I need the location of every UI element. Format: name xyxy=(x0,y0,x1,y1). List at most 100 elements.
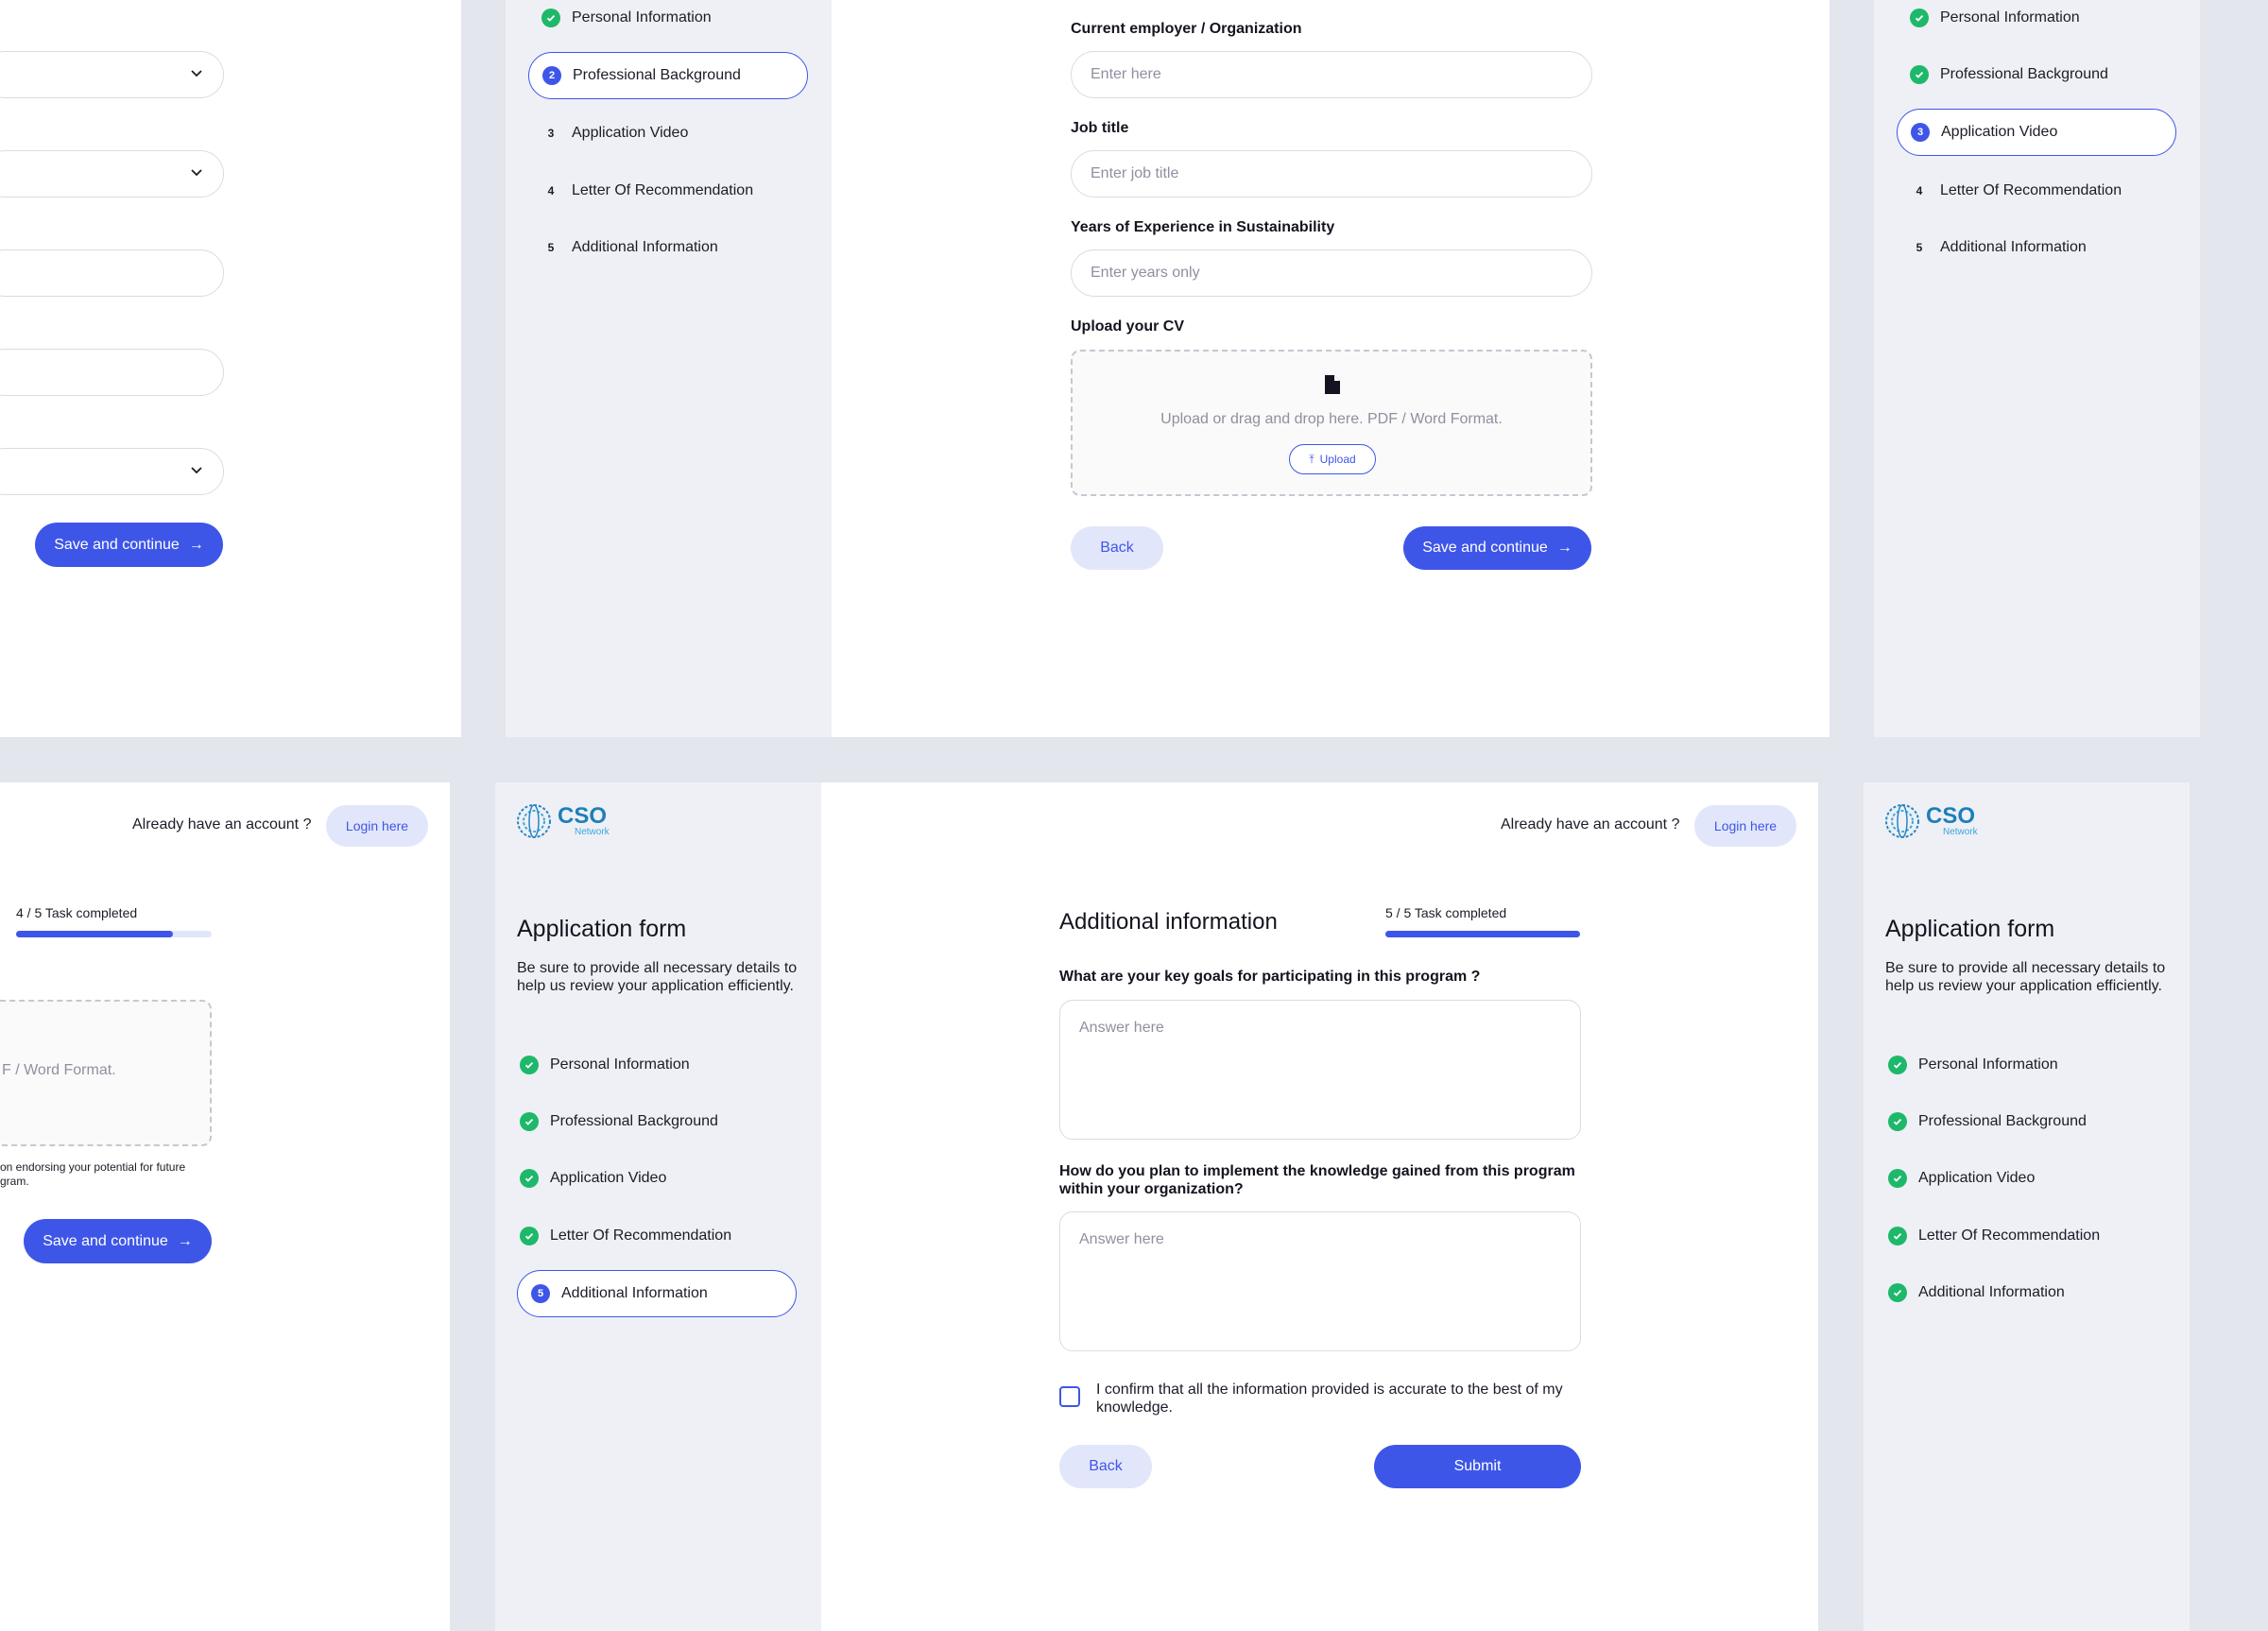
step-label: Professional Background xyxy=(1940,66,2108,82)
progress-text: 4 / 5 Task completed xyxy=(16,905,138,920)
job-title-label: Job title xyxy=(1071,120,1129,136)
check-icon xyxy=(1888,1169,1907,1188)
login-button[interactable]: Login here xyxy=(326,805,428,847)
step-additional-information[interactable]: 5 Additional Information xyxy=(517,1270,797,1317)
text-field-1[interactable] xyxy=(0,249,224,297)
employer-label: Current employer / Organization xyxy=(1071,21,1302,37)
step-application-video[interactable]: Application Video xyxy=(1875,1162,2035,1194)
step-number: 4 xyxy=(1916,184,1923,197)
upload-button[interactable]: ⤒ Upload xyxy=(1289,444,1376,474)
back-label: Back xyxy=(1089,1458,1123,1474)
check-icon xyxy=(520,1112,539,1131)
step-personal-information[interactable]: Personal Information xyxy=(528,2,712,34)
check-icon xyxy=(520,1056,539,1074)
step-label: Additional Information xyxy=(572,239,718,255)
chevron-down-icon xyxy=(191,70,202,77)
step-number: 4 xyxy=(547,184,555,197)
save-continue-button[interactable]: Save and continue → xyxy=(24,1219,212,1263)
step-additional-information[interactable]: Additional Information xyxy=(1875,1277,2065,1309)
letter-upload-zone[interactable]: F / Word Format. xyxy=(0,1000,212,1146)
cso-logo: CSO Network xyxy=(1884,803,1978,839)
chevron-down-icon xyxy=(191,169,202,177)
step-label: Personal Information xyxy=(1918,1056,2058,1073)
step-label: Professional Background xyxy=(1918,1113,2087,1129)
arrow-right-icon: → xyxy=(177,1232,193,1249)
step-label: Professional Background xyxy=(550,1113,718,1129)
step-label: Additional Information xyxy=(561,1285,708,1301)
select-field-3[interactable] xyxy=(0,448,224,495)
years-input[interactable]: Enter years only xyxy=(1071,249,1592,297)
upload-hint-partial: F / Word Format. xyxy=(2,1062,116,1078)
step-label: Letter Of Recommendation xyxy=(1918,1228,2101,1244)
letter-note-line1: on endorsing your potential for future xyxy=(0,1160,186,1174)
step-letter-of-recommendation[interactable]: 4 Letter Of Recommendation xyxy=(528,175,753,207)
already-account-text: Already have an account ? xyxy=(1501,816,1680,833)
application-form-description: Be sure to provide all necessary details… xyxy=(517,960,798,994)
arrow-right-icon: → xyxy=(188,536,204,553)
question-implement: How do you plan to implement the knowled… xyxy=(1059,1163,1575,1197)
text-field-2[interactable] xyxy=(0,349,224,396)
years-label: Years of Experience in Sustainability xyxy=(1071,219,1335,235)
upload-label: Upload xyxy=(1319,453,1356,466)
back-button[interactable]: Back xyxy=(1059,1445,1152,1488)
progress-bar xyxy=(16,931,212,937)
progress-fill xyxy=(1385,931,1580,937)
sidebar-video: Personal Information Professional Backgr… xyxy=(1874,0,2200,737)
goals-textarea[interactable]: Answer here xyxy=(1059,1000,1581,1140)
sidebar-professional: Personal Information 2 Professional Back… xyxy=(506,0,832,737)
job-title-input[interactable]: Enter job title xyxy=(1071,150,1592,197)
step-label: Personal Information xyxy=(1940,9,2080,26)
cv-label: Upload your CV xyxy=(1071,318,1185,335)
back-button[interactable]: Back xyxy=(1071,526,1163,570)
submit-label: Submit xyxy=(1453,1458,1502,1474)
step-professional-background[interactable]: Professional Background xyxy=(1897,59,2108,91)
step-additional-information[interactable]: 5 Additional Information xyxy=(528,232,718,264)
cv-upload-zone[interactable]: Upload or drag and drop here. PDF / Word… xyxy=(1071,350,1592,496)
step-personal-information[interactable]: Personal Information xyxy=(1875,1049,2058,1081)
professional-form-panel: Current employer / Organization Enter he… xyxy=(832,0,1830,737)
employer-input[interactable]: Enter here xyxy=(1071,51,1592,98)
step-application-video[interactable]: 3 Application Video xyxy=(528,117,689,149)
progress-fill xyxy=(16,931,173,937)
check-icon xyxy=(1910,65,1929,84)
save-continue-button[interactable]: Save and continue → xyxy=(1403,526,1591,570)
step-additional-information[interactable]: 5 Additional Information xyxy=(1897,232,2087,264)
globe-logo-icon xyxy=(517,804,551,838)
globe-logo-icon xyxy=(1885,804,1919,838)
progress-bar xyxy=(1385,931,1580,937)
step-application-video[interactable]: Application Video xyxy=(507,1162,666,1194)
select-field-2[interactable] xyxy=(0,150,224,197)
back-label: Back xyxy=(1100,540,1134,556)
step-personal-information[interactable]: Personal Information xyxy=(1897,2,2080,34)
step-letter-of-recommendation[interactable]: Letter Of Recommendation xyxy=(1875,1220,2100,1252)
step-professional-background[interactable]: Professional Background xyxy=(507,1106,718,1138)
select-field-1[interactable] xyxy=(0,51,224,98)
step-letter-of-recommendation[interactable]: 4 Letter Of Recommendation xyxy=(1897,175,2122,207)
confirm-checkbox[interactable] xyxy=(1059,1386,1080,1407)
submit-button[interactable]: Submit xyxy=(1374,1445,1581,1488)
save-continue-label: Save and continue xyxy=(1422,540,1548,556)
check-icon xyxy=(1888,1112,1907,1131)
login-button[interactable]: Login here xyxy=(1694,805,1796,847)
upload-icon: ⤒ xyxy=(1309,452,1314,466)
step-number: 5 xyxy=(1916,241,1923,254)
step-letter-of-recommendation[interactable]: Letter Of Recommendation xyxy=(507,1220,731,1252)
arrow-right-icon: → xyxy=(1556,540,1572,556)
additional-form-panel: Already have an account ? Login here Add… xyxy=(821,782,1818,1631)
step-professional-background[interactable]: 2 Professional Background xyxy=(528,52,808,99)
step-label: Additional Information xyxy=(1918,1284,2065,1300)
login-label: Login here xyxy=(345,818,409,833)
step-professional-background[interactable]: Professional Background xyxy=(1875,1106,2087,1138)
check-icon xyxy=(520,1227,539,1245)
step-personal-information[interactable]: Personal Information xyxy=(507,1049,690,1081)
step-number: 3 xyxy=(547,127,555,140)
implement-textarea[interactable]: Answer here xyxy=(1059,1211,1581,1351)
confirm-text: I confirm that all the information provi… xyxy=(1096,1382,1563,1416)
logo-sub: Network xyxy=(575,826,610,837)
check-icon xyxy=(520,1169,539,1188)
step-application-video[interactable]: 3 Application Video xyxy=(1897,109,2176,156)
save-continue-button[interactable]: Save and continue → xyxy=(35,523,223,567)
check-icon xyxy=(1888,1283,1907,1302)
letter-note-line2: gram. xyxy=(0,1175,29,1188)
check-icon xyxy=(1910,9,1929,27)
